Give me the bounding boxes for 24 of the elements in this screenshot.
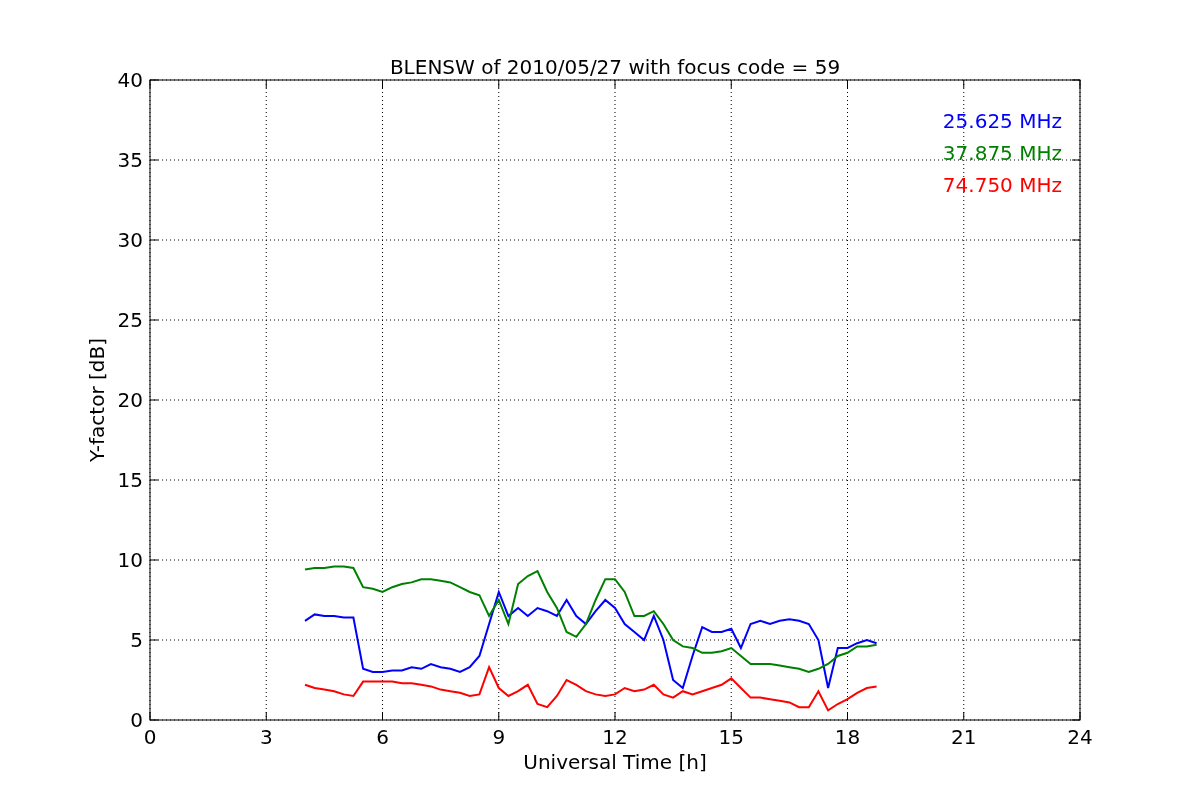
tick-label: 24 bbox=[1067, 725, 1093, 749]
tick-label: 25 bbox=[117, 308, 143, 332]
tick-label: 6 bbox=[376, 725, 389, 749]
tick-label: 15 bbox=[117, 468, 143, 492]
tick-label: 10 bbox=[117, 548, 143, 572]
x-axis-label: Universal Time [h] bbox=[523, 750, 707, 774]
legend-label: 25.625 MHz bbox=[942, 109, 1062, 133]
tick-label: 15 bbox=[718, 725, 744, 749]
tick-label: 40 bbox=[117, 68, 143, 92]
legend-label: 74.750 MHz bbox=[942, 173, 1062, 197]
tick-label: 0 bbox=[143, 725, 157, 749]
tick-label: 5 bbox=[130, 628, 143, 652]
tick-label: 35 bbox=[117, 148, 143, 172]
tick-label: 30 bbox=[117, 228, 143, 252]
y-axis-label: Y-factor [dB] bbox=[85, 338, 109, 462]
legend-label: 37.875 MHz bbox=[942, 141, 1062, 165]
tick-label: 21 bbox=[951, 725, 977, 749]
tick-label: 9 bbox=[492, 725, 506, 749]
chart-title: BLENSW of 2010/05/27 with focus code = 59 bbox=[389, 55, 841, 79]
tick-label: 12 bbox=[602, 725, 628, 749]
tick-label: 3 bbox=[259, 725, 273, 749]
tick-label: 18 bbox=[834, 725, 861, 749]
tick-label: 0 bbox=[130, 708, 143, 732]
tick-label: 20 bbox=[117, 388, 143, 412]
